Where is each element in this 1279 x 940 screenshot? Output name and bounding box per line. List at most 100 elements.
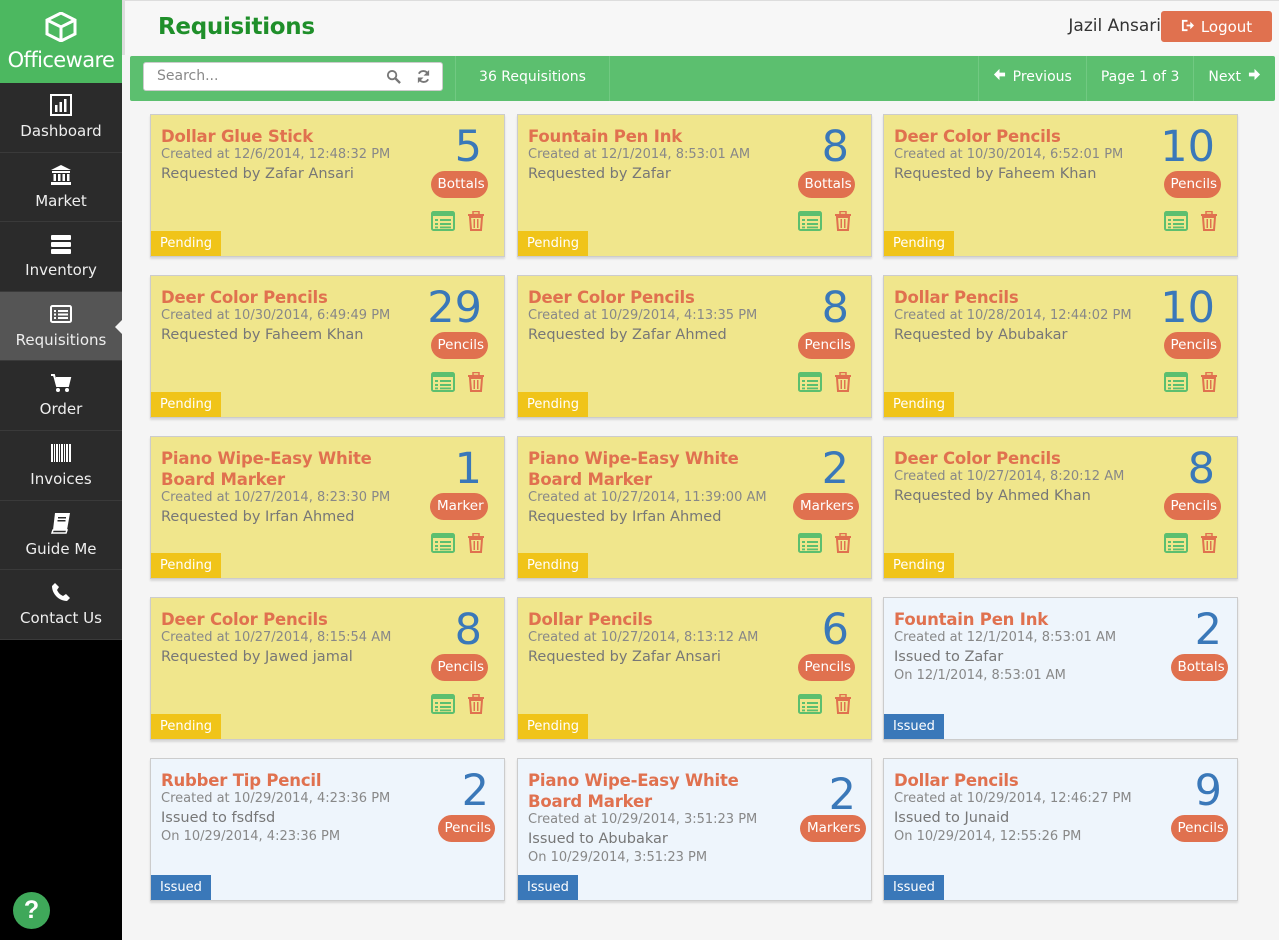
card-requester: Requested by Zafar [528,166,671,182]
card-title[interactable]: Fountain Pen Ink [894,609,1149,630]
trash-icon[interactable] [467,371,485,392]
card-requester: Requested by Faheem Khan [161,327,364,343]
details-icon[interactable] [431,372,455,392]
requisition-card[interactable]: Piano Wipe-Easy White Board Marker Create… [150,436,505,579]
requisition-card[interactable]: Fountain Pen Ink Created at 12/1/2014, 8:… [883,597,1238,740]
card-title[interactable]: Rubber Tip Pencil [161,770,416,791]
requisition-card[interactable]: Fountain Pen Ink Created at 12/1/2014, 8:… [517,114,872,257]
card-created: Created at 10/27/2014, 8:23:30 PM [161,490,391,505]
card-created: Created at 10/29/2014, 12:46:27 PM [894,791,1132,806]
trash-icon[interactable] [1200,532,1218,553]
details-icon[interactable] [431,211,455,231]
card-title[interactable]: Deer Color Pencils [161,287,416,308]
requisition-card[interactable]: Dollar Pencils Created at 10/29/2014, 12:… [883,758,1238,901]
search-input[interactable] [157,68,377,84]
requisition-card[interactable]: Deer Color Pencils Created at 10/27/2014,… [883,436,1238,579]
trash-icon[interactable] [834,210,852,231]
sidebar-item-order[interactable]: Order [0,361,122,431]
card-title[interactable]: Deer Color Pencils [528,287,783,308]
card-unit-badge: Pencils [430,654,488,681]
logout-label: Logout [1200,17,1253,36]
card-quantity: 2 [828,770,856,820]
book-icon [0,512,122,534]
details-icon[interactable] [1164,533,1188,553]
card-title[interactable]: Deer Color Pencils [161,609,416,630]
card-issued-on: On 12/1/2014, 8:53:01 AM [894,668,1066,683]
details-icon[interactable] [431,533,455,553]
card-requester: Issued to Zafar [894,649,1004,665]
trash-icon[interactable] [834,693,852,714]
card-quantity: 8 [821,283,849,333]
card-title[interactable]: Dollar Pencils [528,609,783,630]
requisition-card[interactable]: Rubber Tip Pencil Created at 10/29/2014, … [150,758,505,901]
card-quantity: 8 [1187,444,1215,494]
topbar: Requisitions Jazil Ansari Logout [122,0,1279,55]
previous-button[interactable]: Previous [977,56,1086,101]
details-icon[interactable] [1164,211,1188,231]
card-title[interactable]: Dollar Pencils [894,287,1149,308]
requisition-card[interactable]: Deer Color Pencils Created at 10/30/2014,… [150,275,505,418]
requisition-card[interactable]: Piano Wipe-Easy White Board Marker Create… [517,436,872,579]
card-title[interactable]: Piano Wipe-Easy White Board Marker [528,770,783,812]
brand[interactable]: Officeware [0,0,122,83]
details-icon[interactable] [798,694,822,714]
trash-icon[interactable] [467,532,485,553]
card-created: Created at 10/29/2014, 4:13:35 PM [528,308,758,323]
trash-icon[interactable] [467,210,485,231]
arrow-right-icon [1248,68,1261,85]
trash-icon[interactable] [834,371,852,392]
details-icon[interactable] [1164,372,1188,392]
sidebar-item-dashboard[interactable]: Dashboard [0,83,122,153]
brand-name: Officeware [7,48,115,72]
sidebar-item-invoices[interactable]: Invoices [0,431,122,501]
dashboard-icon [0,94,122,116]
card-title[interactable]: Fountain Pen Ink [528,126,783,147]
card-created: Created at 10/27/2014, 8:13:12 AM [528,630,759,645]
trash-icon[interactable] [1200,371,1218,392]
status-badge: Pending [151,392,221,417]
refresh-icon[interactable] [416,69,431,84]
details-icon[interactable] [798,211,822,231]
sidebar-item-label: Market [35,191,87,210]
user-name: Jazil Ansari [1068,16,1161,36]
next-label: Next [1208,68,1241,85]
bank-icon [0,164,122,186]
details-icon[interactable] [798,372,822,392]
sidebar-item-label: Contact Us [20,609,102,628]
sidebar-item-market[interactable]: Market [0,153,122,223]
sidebar-item-guide-me[interactable]: Guide Me [0,501,122,571]
trash-icon[interactable] [1200,210,1218,231]
card-title[interactable]: Piano Wipe-Easy White Board Marker [161,448,416,490]
sidebar-item-label: Order [39,400,83,419]
status-badge: Issued [884,714,944,739]
sidebar-item-inventory[interactable]: Inventory [0,222,122,292]
search-box [143,62,443,91]
card-title[interactable]: Dollar Pencils [894,770,1149,791]
sidebar-item-requisitions[interactable]: Requisitions [0,291,122,362]
requisition-card[interactable]: Dollar Pencils Created at 10/27/2014, 8:1… [517,597,872,740]
help-button[interactable]: ? [13,892,50,929]
sidebar-item-contact-us[interactable]: Contact Us [0,570,122,640]
phone-icon [0,581,122,603]
logout-button[interactable]: Logout [1161,11,1272,42]
search-icon[interactable] [386,69,401,84]
card-title[interactable]: Piano Wipe-Easy White Board Marker [528,448,783,490]
next-button[interactable]: Next [1193,56,1275,101]
requisition-card[interactable]: Dollar Glue Stick Created at 12/6/2014, 1… [150,114,505,257]
sidebar-item-label: Inventory [25,261,97,280]
sign-out-icon [1181,18,1194,36]
card-title[interactable]: Dollar Glue Stick [161,126,416,147]
trash-icon[interactable] [467,693,485,714]
trash-icon[interactable] [834,532,852,553]
requisition-card[interactable]: Deer Color Pencils Created at 10/29/2014,… [517,275,872,418]
requisition-card[interactable]: Deer Color Pencils Created at 10/30/2014,… [883,114,1238,257]
details-icon[interactable] [798,533,822,553]
pager: Previous Page 1 of 3 Next [977,56,1275,101]
card-title[interactable]: Deer Color Pencils [894,126,1149,147]
details-icon[interactable] [431,694,455,714]
card-requester: Requested by Ahmed Khan [894,488,1091,504]
requisition-card[interactable]: Deer Color Pencils Created at 10/27/2014,… [150,597,505,740]
requisition-card[interactable]: Piano Wipe-Easy White Board Marker Create… [517,758,872,901]
card-title[interactable]: Deer Color Pencils [894,448,1149,469]
requisition-card[interactable]: Dollar Pencils Created at 10/28/2014, 12:… [883,275,1238,418]
